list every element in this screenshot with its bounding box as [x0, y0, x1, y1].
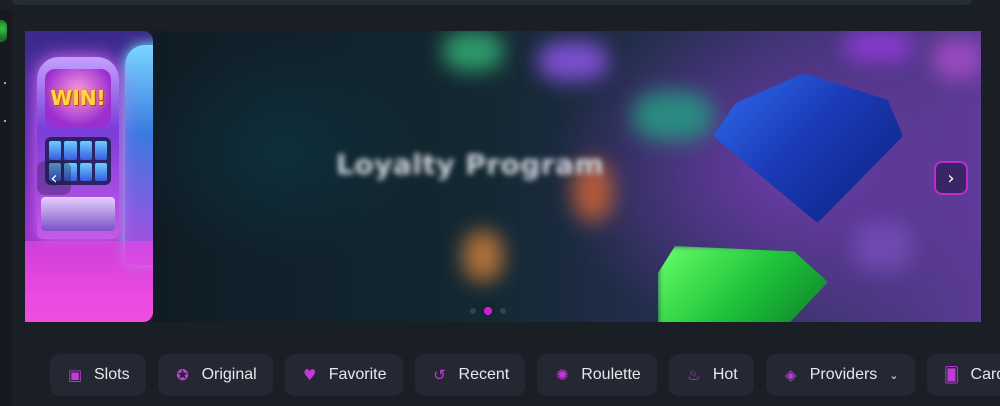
category-providers-dropdown[interactable]: ◈ Providers ⌄ [765, 354, 915, 396]
category-label: Original [201, 366, 257, 383]
carousel-prev-button[interactable]: ‹ [37, 161, 71, 195]
blurred-shard [463, 231, 503, 281]
category-label: Card [970, 366, 1000, 383]
banner-slide-loyalty[interactable]: Loyalty Program [153, 31, 981, 322]
blurred-gem [843, 31, 913, 61]
slot-base [41, 197, 115, 231]
flame-icon: ♨ [687, 365, 701, 384]
top-bar [0, 0, 1000, 10]
slot-win-text: WIN! [50, 86, 106, 110]
top-bar-strip [12, 0, 972, 5]
blurred-gem [538, 41, 608, 81]
blue-diamond-image [713, 73, 903, 223]
category-card[interactable]: 🂠 Card [926, 354, 1000, 396]
category-label: Roulette [581, 366, 641, 383]
category-original[interactable]: ✪ Original [157, 354, 273, 396]
rail-dot [4, 82, 6, 84]
category-hot[interactable]: ♨ Hot [668, 354, 754, 396]
slot-machine-image [125, 45, 153, 265]
rail-dot [4, 120, 6, 122]
category-label: Favorite [328, 366, 387, 383]
carousel-dot[interactable] [500, 308, 506, 314]
category-roulette[interactable]: ✺ Roulette [537, 354, 657, 396]
chip-icon: ✪ [176, 365, 189, 384]
promo-carousel[interactable]: Loyalty Program WIN! ‹ › [25, 31, 981, 322]
cards-icon: 🂠 [943, 365, 960, 384]
category-bar: ▣ Slots ✪ Original ♥ Favorite ↺ Recent ✺… [50, 354, 1000, 396]
slot-machine-image: WIN! [37, 57, 119, 239]
category-label: Providers [809, 366, 878, 383]
heart-icon: ♥ [302, 365, 317, 384]
blurred-gem [933, 39, 981, 79]
diamond-icon: ◈ [784, 365, 797, 384]
chevron-down-icon: ⌄ [889, 368, 899, 382]
carousel-dot-active[interactable] [484, 307, 492, 315]
leaf-icon [0, 20, 7, 42]
roulette-icon: ✺ [555, 365, 569, 384]
chevron-left-icon: ‹ [50, 167, 58, 189]
slot-screen: WIN! [45, 69, 111, 127]
green-gem-image [658, 246, 828, 322]
carousel-dot[interactable] [470, 308, 476, 314]
blurred-gem [443, 31, 503, 71]
category-label: Slots [94, 366, 130, 383]
category-label: Hot [712, 366, 738, 383]
blurred-gem [853, 221, 913, 271]
slot-floor-glow [25, 241, 153, 322]
blurred-gem [633, 91, 713, 141]
chevron-right-icon: › [947, 167, 955, 189]
category-favorite[interactable]: ♥ Favorite [284, 354, 403, 396]
category-label: Recent [458, 366, 510, 383]
category-recent[interactable]: ↺ Recent [414, 354, 526, 396]
category-slots[interactable]: ▣ Slots [50, 354, 146, 396]
slot-machine-icon: ▣ [67, 365, 83, 384]
carousel-pagination [470, 307, 506, 315]
left-rail [0, 0, 12, 406]
history-icon: ↺ [433, 365, 446, 384]
carousel-next-button[interactable]: › [934, 161, 968, 195]
banner-title: Loyalty Program [336, 148, 605, 181]
